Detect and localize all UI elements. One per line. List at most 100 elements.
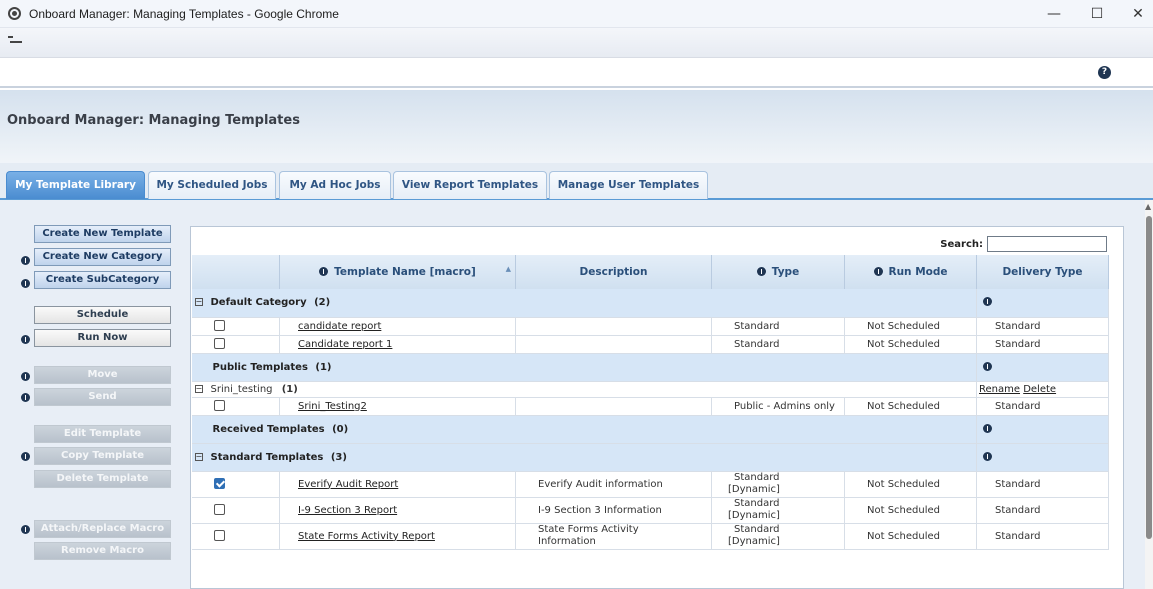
type-cell: Standard: [711, 335, 845, 354]
collapse-icon[interactable]: −: [194, 298, 203, 307]
category-label: Standard Templates: [210, 451, 324, 463]
scrollbar-thumb[interactable]: [1146, 216, 1152, 539]
category-count: (3): [330, 451, 347, 463]
search-label: Search:: [940, 239, 983, 250]
subcategory-label: Srini_testing: [210, 383, 273, 395]
table-header-row: Template Name [macro] ▲ Description Type…: [191, 255, 1109, 289]
template-name-link[interactable]: Candidate report 1: [298, 339, 392, 350]
run-mode-cell: Not Scheduled: [844, 397, 977, 416]
table-row[interactable]: Srini_Testing2 Public - Admins only Not …: [191, 397, 1109, 416]
delivery-type-column-header[interactable]: Delivery Type: [976, 255, 1109, 289]
send-button[interactable]: Send: [34, 388, 171, 406]
row-checkbox[interactable]: [213, 338, 225, 350]
description-column-header[interactable]: Description: [515, 255, 712, 289]
type-cell-line2: [Dynamic]: [728, 536, 780, 547]
edit-template-button[interactable]: Edit Template: [34, 425, 171, 443]
table-row[interactable]: Everify Audit Report Everify Audit infor…: [191, 471, 1109, 498]
row-checkbox-checked[interactable]: [213, 478, 225, 490]
delete-link[interactable]: Delete: [1023, 384, 1056, 395]
category-count: (1): [315, 361, 332, 373]
remove-macro-button[interactable]: Remove Macro: [34, 542, 171, 560]
tab-manage-user-templates[interactable]: Manage User Templates: [549, 171, 708, 199]
run-mode-cell: Not Scheduled: [844, 335, 977, 354]
type-column-header[interactable]: Type: [711, 255, 845, 289]
description-cell: [515, 317, 712, 336]
delivery-type-cell: Standard: [976, 523, 1109, 550]
rename-link[interactable]: Rename: [979, 384, 1020, 395]
scroll-up-icon[interactable]: ▲: [1145, 202, 1151, 211]
search-input[interactable]: [987, 236, 1107, 252]
tab-my-scheduled-jobs[interactable]: My Scheduled Jobs: [148, 171, 276, 199]
category-row-standard: − Standard Templates (3): [191, 443, 1109, 472]
collapse-icon[interactable]: −: [194, 452, 203, 461]
create-new-template-button[interactable]: Create New Template: [34, 225, 171, 243]
type-cell-line2: [Dynamic]: [728, 484, 780, 495]
create-subcategory-button[interactable]: Create SubCategory: [34, 271, 171, 289]
category-count: (0): [332, 423, 349, 435]
description-cell: [515, 335, 712, 354]
category-label: Received Templates: [212, 423, 325, 435]
template-name-link[interactable]: Everify Audit Report: [298, 479, 398, 490]
info-icon: [983, 297, 992, 307]
table-row[interactable]: I-9 Section 3 Report I-9 Section 3 Infor…: [191, 497, 1109, 524]
run-mode-column-header[interactable]: Run Mode: [844, 255, 977, 289]
description-cell: I-9 Section 3 Information: [515, 497, 712, 524]
run-mode-cell: Not Scheduled: [844, 317, 977, 336]
description-cell: [515, 397, 712, 416]
row-checkbox[interactable]: [213, 530, 225, 542]
minimize-button[interactable]: —: [1040, 4, 1068, 24]
templates-table: Template Name [macro] ▲ Description Type…: [191, 255, 1109, 550]
delete-template-button[interactable]: Delete Template: [34, 470, 171, 488]
info-icon: [21, 525, 30, 534]
row-checkbox[interactable]: [213, 320, 225, 332]
create-new-category-button[interactable]: Create New Category: [34, 248, 171, 266]
sort-ascending-icon[interactable]: ▲: [506, 265, 511, 273]
page-scrollbar[interactable]: ▲: [1145, 200, 1153, 589]
collapse-icon[interactable]: −: [194, 384, 203, 393]
search-row: Search:: [191, 235, 1109, 255]
delivery-type-cell: Standard: [976, 335, 1109, 354]
template-name-link[interactable]: I-9 Section 3 Report: [298, 505, 397, 516]
table-row[interactable]: Candidate report 1 Standard Not Schedule…: [191, 335, 1109, 354]
tab-my-template-library[interactable]: My Template Library: [6, 171, 145, 199]
attach-replace-macro-button[interactable]: Attach/Replace Macro: [34, 520, 171, 538]
info-icon: [21, 256, 30, 265]
info-icon: [21, 393, 30, 402]
category-row-received: Received Templates (0): [191, 415, 1109, 444]
type-cell-line1: Standard: [734, 524, 780, 535]
table-row[interactable]: State Forms Activity Report State Forms …: [191, 523, 1109, 550]
maximize-button[interactable]: ☐: [1083, 4, 1111, 24]
category-label: Default Category: [210, 297, 307, 309]
help-bar: ?: [0, 58, 1153, 88]
copy-template-button[interactable]: Copy Template: [34, 447, 171, 465]
category-label: Public Templates: [212, 361, 308, 373]
table-row[interactable]: candidate report Standard Not Scheduled …: [191, 317, 1109, 336]
run-mode-cell: Not Scheduled: [844, 497, 977, 524]
template-name-column-header[interactable]: Template Name [macro] ▲: [279, 255, 516, 289]
row-checkbox[interactable]: [213, 504, 225, 516]
template-name-link[interactable]: Srini_Testing2: [298, 401, 367, 412]
template-name-link[interactable]: State Forms Activity Report: [298, 531, 435, 542]
schedule-button[interactable]: Schedule: [34, 306, 171, 324]
category-row-default: − Default Category (2): [191, 289, 1109, 318]
type-cell-line1: Standard: [734, 472, 780, 483]
tab-view-report-templates[interactable]: View Report Templates: [393, 171, 547, 199]
info-icon: [319, 267, 329, 276]
category-row-public: Public Templates (1): [191, 353, 1109, 382]
row-checkbox[interactable]: [213, 400, 225, 412]
info-icon: [873, 267, 883, 276]
run-now-button[interactable]: Run Now: [34, 329, 171, 347]
run-mode-cell: Not Scheduled: [844, 471, 977, 498]
delivery-type-cell: Standard: [976, 317, 1109, 336]
action-panel: Create New Template Create New Category …: [0, 200, 178, 589]
info-icon: [756, 267, 766, 276]
select-column-header: [191, 255, 280, 289]
move-button[interactable]: Move: [34, 366, 171, 384]
template-name-link[interactable]: candidate report: [298, 321, 381, 332]
site-settings-icon[interactable]: [8, 36, 22, 48]
tab-my-ad-hoc-jobs[interactable]: My Ad Hoc Jobs: [279, 171, 391, 199]
info-icon: [983, 361, 992, 371]
close-button[interactable]: ✕: [1124, 4, 1152, 24]
description-cell-line1: State Forms Activity: [538, 524, 639, 535]
help-icon[interactable]: ?: [1098, 66, 1111, 79]
